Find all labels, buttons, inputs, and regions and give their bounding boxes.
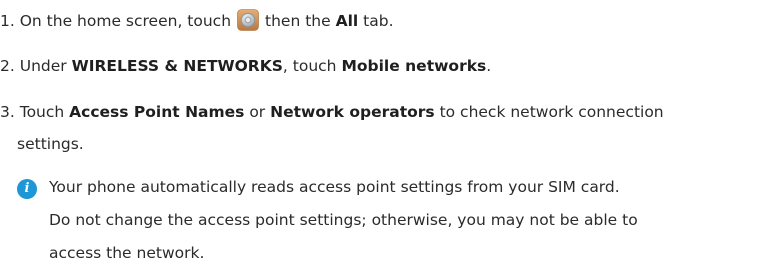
step-text: settings.	[17, 135, 84, 153]
step-number: 1.	[0, 12, 15, 30]
note-text-line: Your phone automatically reads access po…	[49, 178, 620, 196]
step-keyword-network-operators: Network operators	[270, 103, 435, 121]
step-text: or	[249, 103, 266, 121]
step-keyword-mobile-networks: Mobile networks	[341, 57, 487, 75]
note-text-line: Do not change the access point settings;…	[49, 211, 638, 229]
step-text: On the home screen, touch	[19, 12, 232, 30]
instruction-step-2: 2. Under WIRELESS & NETWORKS, touch Mobi…	[0, 55, 491, 77]
note-text-line: access the network.	[49, 244, 205, 262]
step-text: tab.	[363, 12, 394, 30]
step-keyword-wireless-networks: WIRELESS & NETWORKS	[71, 57, 283, 75]
step-number: 2.	[0, 57, 15, 75]
instruction-step-1: 1. On the home screen, touch then the Al…	[0, 9, 394, 32]
instruction-step-3: 3. Touch Access Point Names or Network o…	[0, 101, 664, 123]
step-text: to check network connection	[439, 103, 664, 121]
step-text: then the	[265, 12, 331, 30]
step-number: 3.	[0, 103, 15, 121]
settings-gear-icon	[237, 9, 259, 31]
step-text: Under	[19, 57, 67, 75]
step-text: , touch	[282, 57, 337, 75]
step-keyword-all-tab: All	[335, 12, 359, 30]
step-text: .	[486, 57, 492, 75]
instruction-step-3-continued: settings.	[17, 133, 84, 155]
step-keyword-access-point-names: Access Point Names	[69, 103, 245, 121]
step-text: Touch	[19, 103, 65, 121]
info-icon: i	[17, 179, 37, 199]
